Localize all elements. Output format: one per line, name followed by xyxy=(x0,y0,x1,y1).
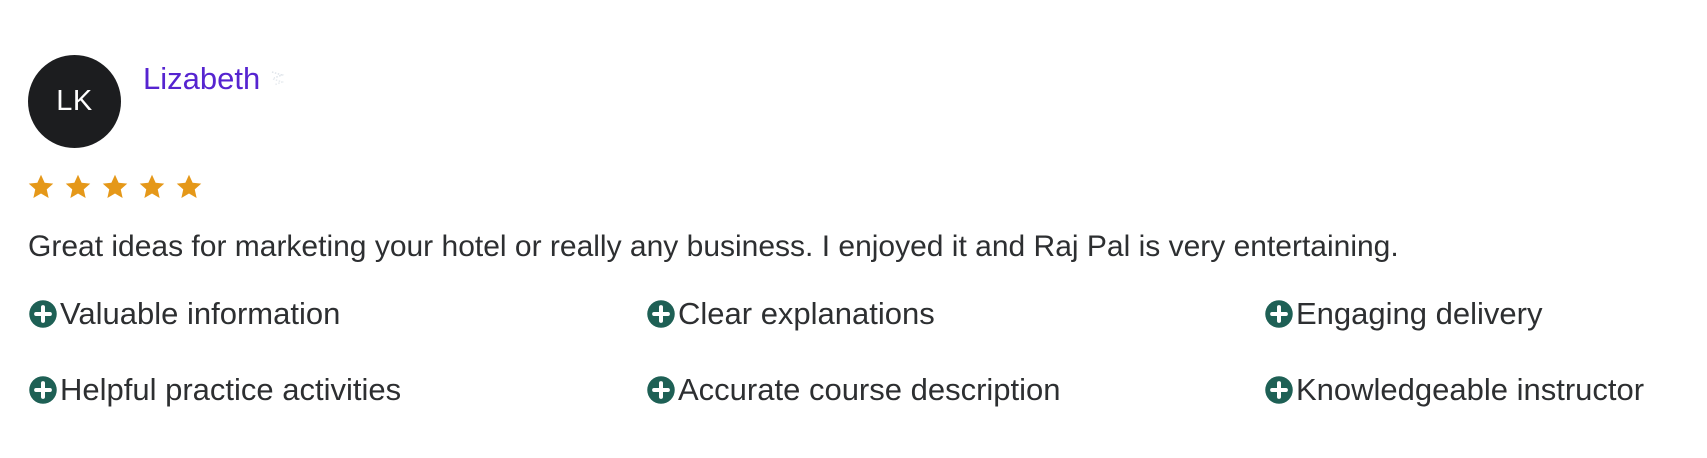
tag-item: Engaging delivery xyxy=(1264,294,1707,334)
star-icon xyxy=(139,174,165,198)
review-tags: Valuable information Clear explanations … xyxy=(28,294,1688,410)
tag-label: Helpful practice activities xyxy=(60,372,402,407)
tag-label: Valuable information xyxy=(60,296,341,331)
plus-circle-icon xyxy=(29,376,57,404)
plus-circle-icon xyxy=(1265,300,1293,328)
tag-item: Helpful practice activities xyxy=(28,370,646,410)
plus-circle-icon xyxy=(1265,376,1293,404)
review-header: LK Lizabeth xyxy=(28,55,1688,148)
plus-circle-icon xyxy=(29,300,57,328)
tag-label: Accurate course description xyxy=(678,372,1061,407)
avatar: LK xyxy=(28,55,121,148)
tag-item: Clear explanations xyxy=(646,294,1264,334)
tag-label: Knowledgeable instructor xyxy=(1296,372,1645,407)
star-icon xyxy=(176,174,202,198)
tag-label: Clear explanations xyxy=(678,296,935,331)
star-icon xyxy=(28,174,54,198)
star-rating xyxy=(26,172,1688,202)
reviewer-info: Lizabeth xyxy=(143,59,286,99)
tag-label: Engaging delivery xyxy=(1296,296,1543,331)
star-icon xyxy=(102,174,128,198)
plus-circle-icon xyxy=(647,376,675,404)
reviewer-name[interactable]: Lizabeth xyxy=(143,59,260,99)
star-icon xyxy=(65,174,91,198)
review-card: LK Lizabeth Great ideas for marketing yo… xyxy=(28,55,1688,410)
tag-item: Valuable information xyxy=(28,294,646,334)
plus-circle-icon xyxy=(647,300,675,328)
tag-item: Accurate course description xyxy=(646,370,1264,410)
review-text: Great ideas for marketing your hotel or … xyxy=(28,230,1399,263)
tag-item: Knowledgeable instructor xyxy=(1264,370,1707,410)
flag-icon xyxy=(270,69,286,89)
avatar-initials: LK xyxy=(56,85,93,117)
